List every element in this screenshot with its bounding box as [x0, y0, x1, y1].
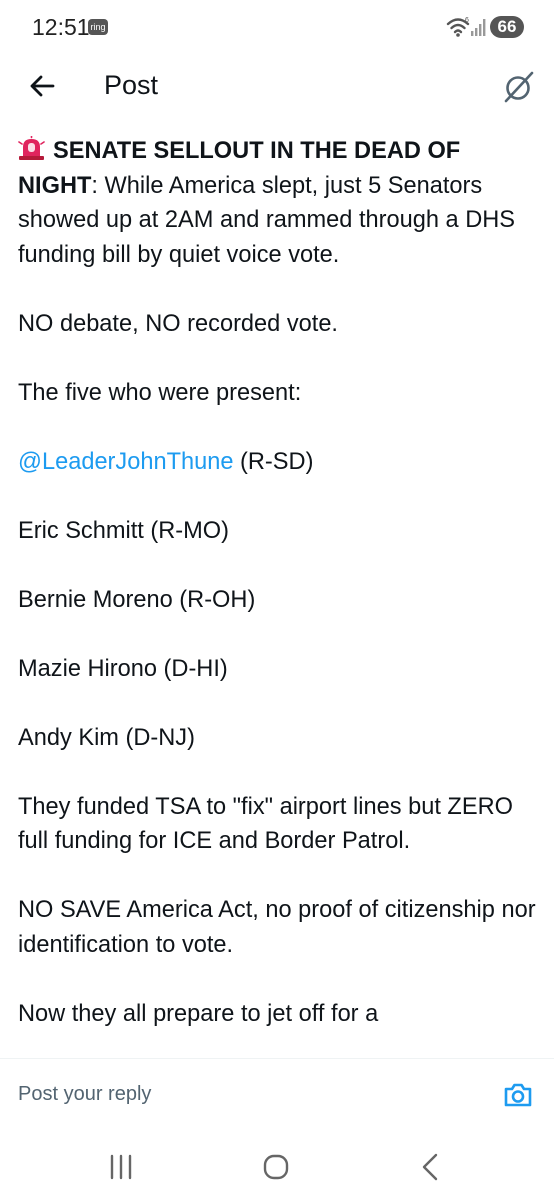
senator-line: Bernie Moreno (R-OH) [18, 586, 256, 613]
post-paragraph: They funded TSA to "fix" airport lines b… [18, 793, 513, 855]
post-body: SENATE SELLOUT IN THE DEAD OF NIGHT: Whi… [18, 134, 543, 1059]
grok-icon [504, 71, 534, 103]
arrow-left-icon [30, 75, 55, 97]
post-paragraph: Now they all prepare to jet off for a [18, 1000, 379, 1027]
page-title: Post [104, 70, 159, 100]
senator-line: Andy Kim (D-NJ) [18, 724, 195, 751]
back-chevron-icon[interactable] [418, 1151, 442, 1183]
signal-icon [471, 19, 486, 36]
senator-line: @LeaderJohnThune (R-SD) [18, 445, 543, 480]
siren-icon [18, 136, 45, 160]
senator-party: (R-SD) [233, 448, 314, 475]
recents-icon[interactable] [108, 1153, 134, 1181]
status-bar: 12:51 ring 6 66 [0, 0, 554, 56]
app-header: Post [0, 56, 554, 116]
back-button[interactable] [24, 68, 60, 104]
status-time: 12:51 [32, 14, 90, 40]
ring-notification-icon: ring [88, 19, 108, 35]
post-paragraph: NO SAVE America Act, no proof of citizen… [18, 897, 536, 958]
svg-text:6: 6 [465, 17, 469, 24]
system-nav-bar [0, 1133, 554, 1200]
home-icon[interactable] [262, 1153, 290, 1181]
post-headline-rest: : While America slept, just 5 Senators s… [18, 172, 516, 268]
wifi-icon: 6 [446, 17, 470, 37]
camera-icon[interactable] [502, 1079, 534, 1111]
senator-line: Mazie Hirono (D-HI) [18, 655, 228, 682]
battery-icon: 66 [490, 16, 524, 38]
post-headline-paragraph: SENATE SELLOUT IN THE DEAD OF NIGHT: Whi… [18, 134, 543, 272]
mention-link[interactable]: @LeaderJohnThune [18, 449, 233, 475]
post-paragraph: The five who were present: [18, 379, 302, 406]
grok-button[interactable] [498, 66, 540, 108]
reply-input[interactable]: Post your reply [18, 1083, 151, 1106]
reply-bar: Post your reply [0, 1059, 554, 1133]
post-paragraph: NO debate, NO recorded vote. [18, 310, 338, 337]
senator-line: Eric Schmitt (R-MO) [18, 517, 230, 544]
